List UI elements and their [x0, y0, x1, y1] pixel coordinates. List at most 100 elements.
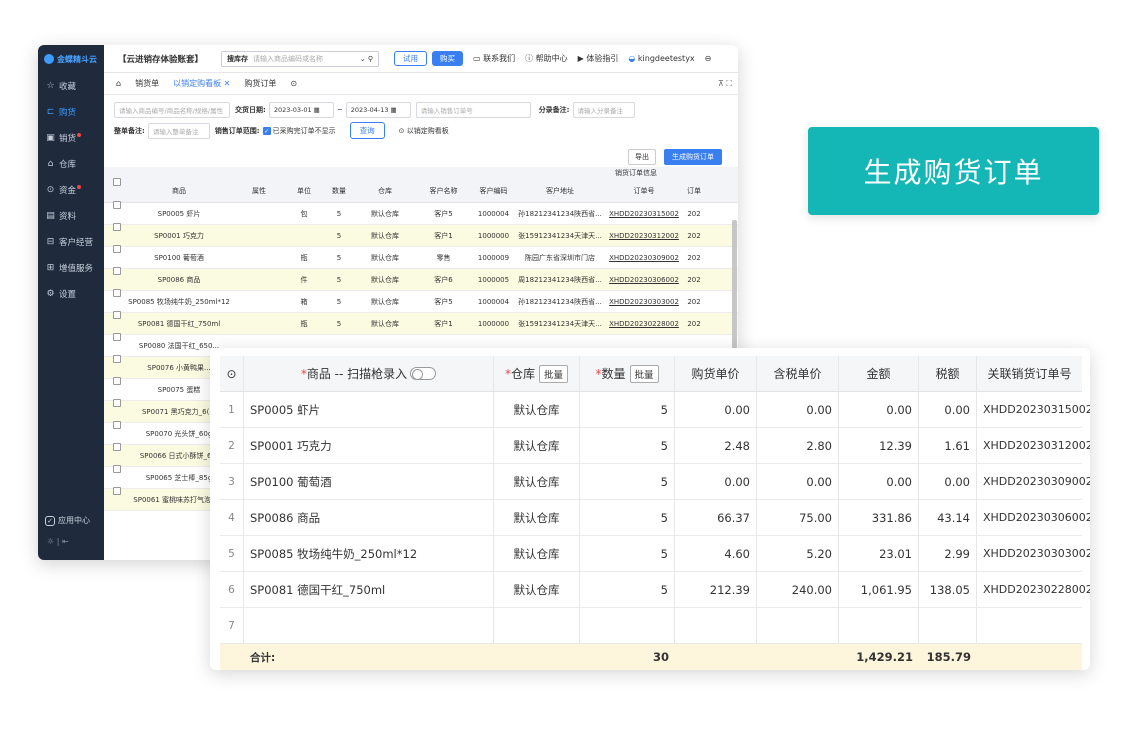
trial-button[interactable]: 试用 [394, 51, 428, 66]
popup-row[interactable]: 3 SP0100 葡萄酒 默认仓库 5 0.00 0.00 0.00 0.00 XHDD2023… [220, 464, 1090, 500]
row-checkbox[interactable] [113, 377, 121, 385]
popup-cell-wh[interactable]: 默认仓库 [494, 392, 580, 427]
popup-cell-amount[interactable]: 331.86 [839, 500, 919, 535]
popup-cell-tax[interactable]: 1.61 [919, 428, 977, 463]
row-checkbox[interactable] [113, 245, 121, 253]
guide-link[interactable]: ▶ 体验指引 [578, 53, 619, 64]
sidebar-item-3[interactable]: ⌂ 仓库 [38, 151, 104, 177]
tab-board[interactable]: 以销定购看板 ✕ [173, 78, 230, 89]
popup-cell-order[interactable]: XHDD20230309002 [977, 464, 1090, 499]
board-link[interactable]: ⊙ 以销定购看板 [399, 126, 449, 136]
goods-filter-input[interactable]: 请输入商品编号/商品名称/规格/属性 [114, 102, 230, 118]
home-icon[interactable]: ⌂ [116, 79, 121, 88]
popup-cell-amount[interactable]: 0.00 [839, 392, 919, 427]
cell-order[interactable]: XHDD20230309002 [604, 247, 684, 269]
popup-cell-taxprice[interactable]: 2.80 [757, 428, 839, 463]
popup-cell-goods[interactable]: SP0005 虾片 [244, 392, 494, 427]
popup-row[interactable]: 1 SP0005 虾片 默认仓库 5 0.00 0.00 0.00 0.00 XHDD20230… [220, 392, 1090, 428]
popup-cell-taxprice[interactable]: 75.00 [757, 500, 839, 535]
sidebar-item-5[interactable]: ▤ 资料 [38, 203, 104, 229]
popup-cell-price[interactable]: 66.37 [675, 500, 757, 535]
popup-cell-goods[interactable] [244, 608, 494, 643]
popup-cell-amount[interactable]: 12.39 [839, 428, 919, 463]
sidebar-bottom-icons[interactable]: ☼ | ⇤ [47, 537, 69, 546]
search-input[interactable]: 请输入商品编码或名称 [253, 54, 360, 64]
popup-cell-wh[interactable]: 默认仓库 [494, 572, 580, 607]
row-checkbox[interactable] [113, 289, 121, 297]
popup-cell-goods[interactable]: SP0081 德国干红_750ml [244, 572, 494, 607]
popup-row[interactable]: 7 [220, 608, 1082, 644]
popup-row[interactable]: 5 SP0085 牧场纯牛奶_250ml*12 默认仓库 5 4.60 5.20 23.01… [220, 536, 1090, 572]
popup-cell-tax[interactable]: 0.00 [919, 464, 977, 499]
popup-cell-tax[interactable] [919, 608, 977, 643]
popup-cell-qty[interactable]: 5 [580, 500, 675, 535]
popup-cell-wh[interactable]: 默认仓库 [494, 500, 580, 535]
popup-cell-tax[interactable]: 138.05 [919, 572, 977, 607]
tab-sales-order[interactable]: 销货单 [135, 78, 159, 89]
row-checkbox[interactable] [113, 487, 121, 495]
popup-row[interactable]: 6 SP0081 德国干红_750ml 默认仓库 5 212.39 240.00 1,061… [220, 572, 1090, 608]
popup-cell-goods[interactable]: SP0001 巧克力 [244, 428, 494, 463]
popup-cell-amount[interactable] [839, 608, 919, 643]
popup-row[interactable]: 4 SP0086 商品 默认仓库 5 66.37 75.00 331.86 43.14 XHDD… [220, 500, 1090, 536]
popup-cell-qty[interactable]: 5 [580, 464, 675, 499]
app-center-button[interactable]: ✓ 应用中心 [45, 515, 90, 526]
row-checkbox[interactable] [113, 267, 121, 275]
select-all-checkbox[interactable] [113, 178, 121, 186]
sidebar-item-0[interactable]: ☆ 收藏 [38, 73, 104, 99]
popup-cell-qty[interactable]: 5 [580, 392, 675, 427]
generate-purchase-order-button[interactable]: 生成购货订单 [664, 149, 722, 165]
export-button[interactable]: 导出 [628, 149, 656, 165]
entry-note-input[interactable]: 请输入分录备注 [572, 102, 635, 118]
popup-cell-goods[interactable]: SP0085 牧场纯牛奶_250ml*12 [244, 536, 494, 571]
warehouse-batch-button[interactable]: 批量 [539, 364, 569, 383]
query-button[interactable]: 查询 [349, 122, 385, 139]
cell-order[interactable]: XHDD20230228002 [604, 313, 684, 335]
popup-cell-qty[interactable]: 5 [580, 428, 675, 463]
scanner-toggle[interactable] [410, 367, 437, 380]
cell-order[interactable]: XHDD20230312002 [604, 225, 684, 247]
row-checkbox[interactable] [113, 223, 121, 231]
popup-cell-taxprice[interactable]: 5.20 [757, 536, 839, 571]
table-row[interactable]: SP0081 德国干红_750ml 瓶 5 默认仓库 客户1 1000000 张159123… [104, 311, 738, 335]
row-checkbox[interactable] [113, 333, 121, 341]
popup-cell-wh[interactable] [494, 608, 580, 643]
sidebar-item-8[interactable]: ⚙ 设置 [38, 281, 104, 307]
popup-cell-amount[interactable]: 23.01 [839, 536, 919, 571]
popup-cell-taxprice[interactable]: 0.00 [757, 464, 839, 499]
contact-link[interactable]: ▭ 联系我们 [473, 53, 515, 64]
search-icon[interactable]: ⚲ [368, 55, 373, 63]
table-row[interactable]: SP0005 虾片 包 5 默认仓库 客户5 1000004 孙18212341234陕西省… [104, 201, 738, 225]
stock-search[interactable]: 搜库存 请输入商品编码或名称 ⌄ ⚲ [221, 50, 380, 67]
popup-cell-order[interactable]: XHDD20230315002 [977, 392, 1090, 427]
popup-cell-price[interactable]: 212.39 [675, 572, 757, 607]
window-controls[interactable]: ⊼ ⛶ [718, 79, 732, 89]
row-checkbox[interactable] [113, 443, 121, 451]
whole-note-input[interactable]: 请输入整单备注 [147, 122, 210, 139]
range-checkbox[interactable]: ✓ [262, 126, 271, 135]
tab-purchase-order[interactable]: 购货订单 [244, 78, 276, 89]
popup-cell-order[interactable]: XHDD20230303002 [977, 536, 1090, 571]
row-checkbox[interactable] [113, 201, 121, 209]
popup-cell-qty[interactable] [580, 608, 675, 643]
more-tabs-icon[interactable]: ⊙ [290, 79, 297, 88]
popup-cell-price[interactable]: 0.00 [675, 392, 757, 427]
order-number-input[interactable]: 请输入销售订单号 [415, 102, 531, 118]
popup-cell-qty[interactable]: 5 [580, 536, 675, 571]
account-title[interactable]: 【云进销存体验账套】 [118, 53, 203, 65]
popup-cell-amount[interactable]: 1,061.95 [839, 572, 919, 607]
popup-cell-tax[interactable]: 2.99 [919, 536, 977, 571]
popup-cell-goods[interactable]: SP0086 商品 [244, 500, 494, 535]
popup-cell-tax[interactable]: 43.14 [919, 500, 977, 535]
table-row[interactable]: SP0085 牧场纯牛奶_250ml*12 箱 5 默认仓库 客户5 1000004 孙18… [104, 289, 738, 313]
popup-cell-order[interactable] [977, 608, 1082, 643]
popup-cell-order[interactable]: XHDD20230228002 [977, 572, 1090, 607]
popup-cell-price[interactable]: 0.00 [675, 464, 757, 499]
row-checkbox[interactable] [113, 399, 121, 407]
popup-cell-tax[interactable]: 0.00 [919, 392, 977, 427]
settings-icon[interactable]: ⊙ [220, 356, 244, 391]
cell-order[interactable]: XHDD20230303002 [604, 291, 684, 313]
popup-cell-goods[interactable]: SP0100 葡萄酒 [244, 464, 494, 499]
popup-cell-wh[interactable]: 默认仓库 [494, 536, 580, 571]
popup-cell-price[interactable] [675, 608, 757, 643]
